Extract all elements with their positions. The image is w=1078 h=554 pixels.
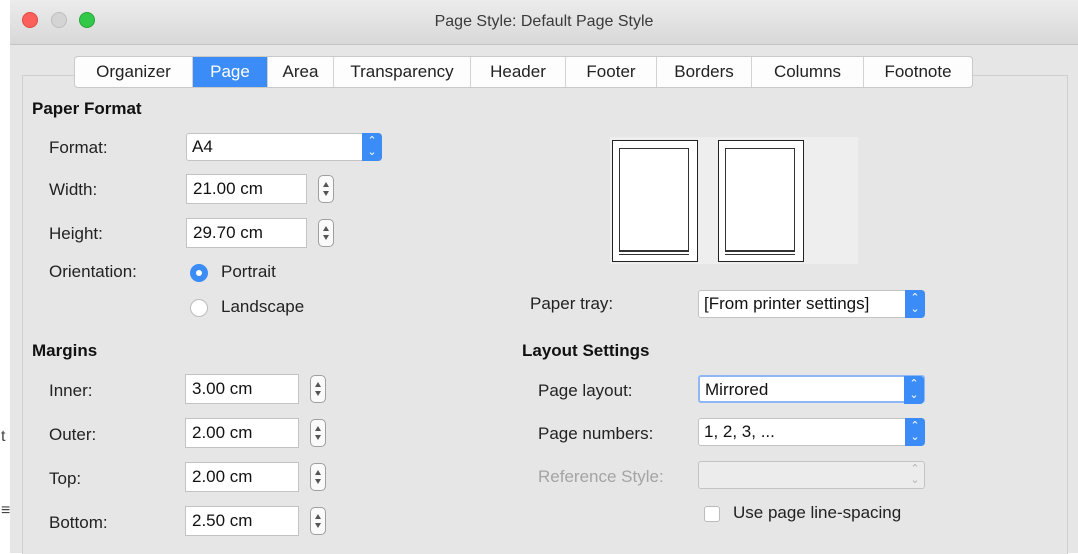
page-preview	[610, 137, 858, 264]
landscape-label: Landscape	[221, 297, 305, 316]
tab-area[interactable]: Area	[268, 57, 334, 87]
paper-format-heading: Paper Format	[32, 99, 142, 118]
width-stepper[interactable]	[318, 175, 334, 203]
top-margin-field[interactable]: 2.00 cm	[185, 462, 299, 492]
preview-left-footer	[619, 251, 689, 255]
inner-margin-stepper[interactable]	[310, 375, 326, 403]
reference-style-label: Reference Style:	[538, 467, 664, 486]
page-style-dialog: Page Style: Default Page Style Organizer…	[10, 0, 1078, 554]
preview-right-page	[718, 140, 804, 262]
preview-right-margin-box	[725, 148, 795, 251]
height-stepper[interactable]	[318, 219, 334, 247]
preview-left-page	[612, 140, 698, 262]
select-arrows-icon: ⌃ ⌄	[905, 290, 925, 318]
width-label: Width:	[49, 180, 98, 199]
bottom-margin-field[interactable]: 2.50 cm	[185, 506, 299, 536]
window-title: Page Style: Default Page Style	[434, 13, 654, 30]
background-text-fragment: ≡	[1, 502, 11, 519]
tab-columns[interactable]: Columns	[752, 57, 864, 87]
portrait-label: Portrait	[221, 262, 276, 281]
tab-transparency[interactable]: Transparency	[334, 57, 471, 87]
select-arrows-icon: ⌃ ⌄	[910, 463, 920, 486]
preview-left-margin-box	[619, 148, 689, 251]
inner-margin-label: Inner:	[49, 381, 93, 400]
page-numbers-select[interactable]: 1, 2, 3, ... ⌃ ⌄	[698, 418, 925, 446]
height-label: Height:	[49, 224, 103, 243]
width-field[interactable]: 21.00 cm	[186, 174, 307, 204]
use-page-line-spacing-label: Use page line-spacing	[733, 503, 902, 522]
outer-margin-field[interactable]: 2.00 cm	[185, 418, 299, 448]
reference-style-select: ⌃ ⌄	[698, 461, 925, 489]
tab-bar: Organizer Page Area Transparency Header …	[74, 56, 973, 88]
format-label: Format:	[49, 138, 108, 157]
height-field[interactable]: 29.70 cm	[186, 218, 307, 248]
landscape-radio[interactable]	[190, 299, 208, 317]
tab-header[interactable]: Header	[471, 57, 566, 87]
select-arrows-icon: ⌃ ⌄	[904, 376, 924, 404]
tab-footer[interactable]: Footer	[566, 57, 657, 87]
paper-tray-label: Paper tray:	[530, 294, 614, 313]
page-layout-value: Mirrored	[705, 380, 769, 399]
tab-borders[interactable]: Borders	[657, 57, 752, 87]
bottom-margin-stepper[interactable]	[310, 507, 326, 535]
format-value: A4	[192, 137, 213, 156]
top-margin-stepper[interactable]	[310, 463, 326, 491]
outer-margin-label: Outer:	[49, 425, 97, 444]
page-layout-label: Page layout:	[538, 381, 633, 400]
bottom-margin-label: Bottom:	[49, 513, 108, 532]
paper-tray-select[interactable]: [From printer settings] ⌃ ⌄	[698, 290, 925, 318]
format-select[interactable]: A4 ⌃ ⌄	[186, 133, 382, 161]
preview-right-footer	[725, 251, 795, 255]
portrait-radio[interactable]	[190, 264, 208, 282]
layout-settings-heading: Layout Settings	[522, 341, 650, 360]
tab-organizer[interactable]: Organizer	[75, 57, 193, 87]
margins-heading: Margins	[32, 341, 98, 360]
tab-page[interactable]: Page	[193, 57, 268, 87]
select-arrows-icon: ⌃ ⌄	[905, 418, 925, 446]
outer-margin-stepper[interactable]	[310, 419, 326, 447]
paper-tray-value: [From printer settings]	[704, 294, 870, 313]
orientation-label: Orientation:	[49, 262, 137, 281]
tab-footnote[interactable]: Footnote	[864, 57, 972, 87]
title-bar: Page Style: Default Page Style	[10, 0, 1078, 45]
background-text-fragment: t	[1, 428, 6, 445]
page-numbers-label: Page numbers:	[538, 424, 654, 443]
page-layout-select[interactable]: Mirrored ⌃ ⌄	[698, 375, 925, 404]
top-margin-label: Top:	[49, 469, 82, 488]
page-numbers-value: 1, 2, 3, ...	[704, 422, 775, 441]
use-page-line-spacing-checkbox[interactable]	[704, 506, 720, 522]
inner-margin-field[interactable]: 3.00 cm	[185, 374, 299, 404]
select-arrows-icon: ⌃ ⌄	[362, 133, 382, 161]
